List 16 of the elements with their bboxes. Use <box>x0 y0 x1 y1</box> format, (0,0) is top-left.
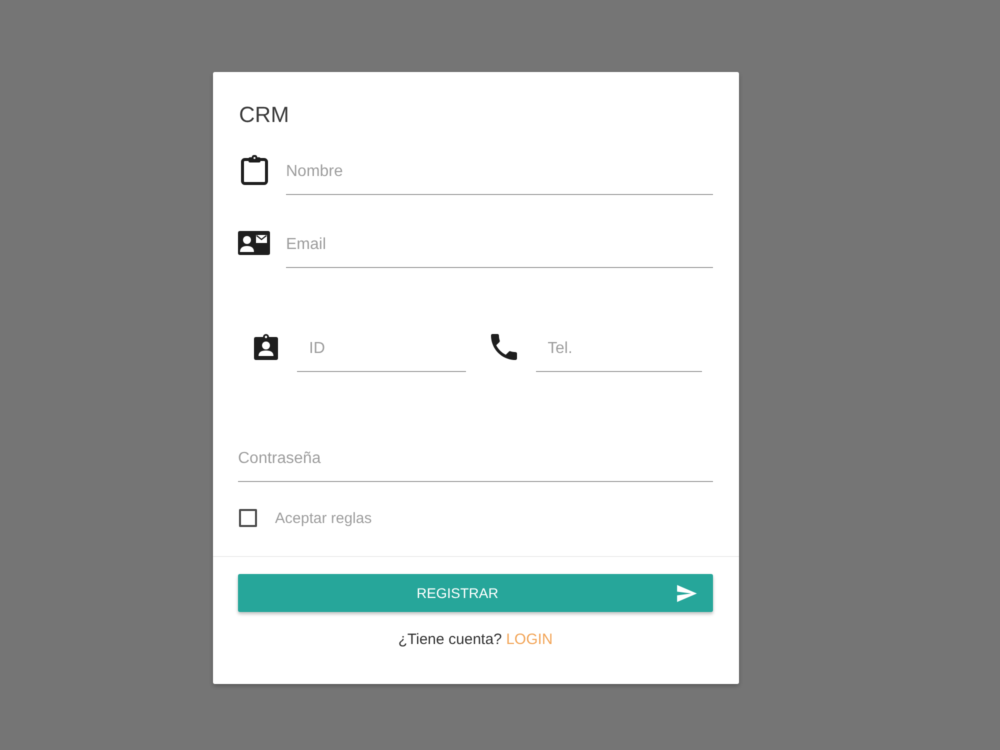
checkbox-label: Aceptar reglas <box>275 510 372 526</box>
clipboard-icon <box>241 155 268 185</box>
app-title: CRM <box>239 101 290 129</box>
contact-card-icon <box>238 231 270 255</box>
send-icon <box>677 584 697 602</box>
checkbox[interactable] <box>239 509 257 527</box>
phone-field[interactable]: Tel. <box>536 326 702 372</box>
login-link[interactable]: LOGIN <box>506 631 553 648</box>
register-button[interactable]: REGISTRAR <box>238 574 713 612</box>
id-field[interactable]: ID <box>297 326 466 372</box>
email-field[interactable]: Email <box>286 222 713 268</box>
login-prompt: ¿Tiene cuenta? LOGIN <box>398 630 553 650</box>
phone-icon <box>490 334 516 360</box>
person-badge-icon <box>254 334 278 360</box>
password-field[interactable]: Contraseña <box>238 436 713 482</box>
name-field[interactable]: Nombre <box>286 149 713 195</box>
